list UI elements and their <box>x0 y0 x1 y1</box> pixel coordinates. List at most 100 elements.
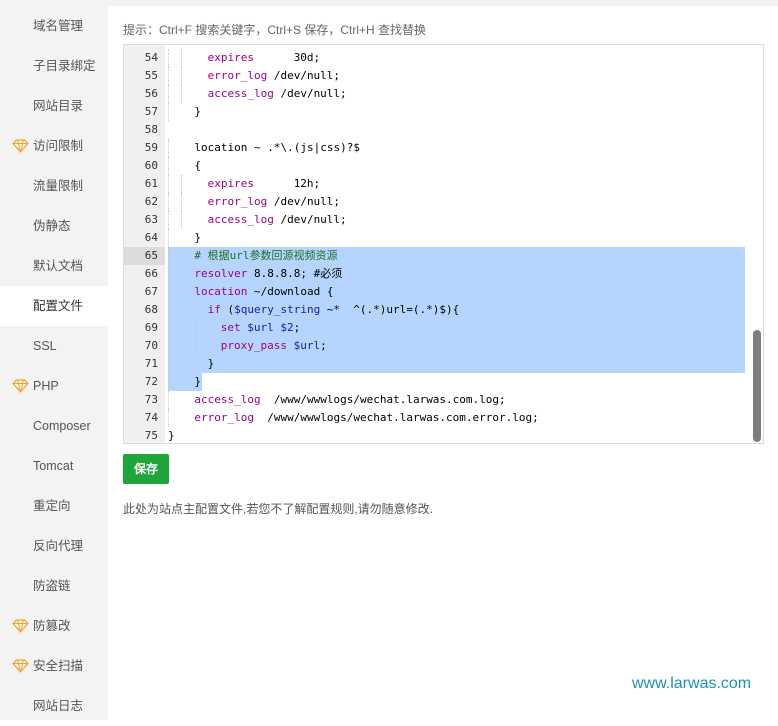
indent-guide <box>168 409 170 427</box>
indent-guide <box>168 67 170 85</box>
code-line[interactable]: 57} <box>124 103 763 121</box>
line-code: location ~/download { <box>194 283 333 301</box>
line-number: 71 <box>144 357 158 370</box>
sidebar-item[interactable]: PHP <box>0 366 108 406</box>
sidebar-item[interactable]: 子目录绑定 <box>0 46 108 86</box>
line-code: set $url $2; <box>221 319 301 337</box>
sidebar-item[interactable]: Composer <box>0 406 108 446</box>
config-note: 此处为站点主配置文件,若您不了解配置规则,请勿随意修改. <box>123 502 434 516</box>
indent-guide <box>181 211 183 229</box>
diamond-icon <box>12 139 29 153</box>
code-line[interactable]: 65 # 根据url参数回源视频资源 <box>124 247 763 265</box>
code-token: expires <box>207 177 254 190</box>
code-token: location ~ .*\.(js|css)?$ <box>194 141 360 154</box>
code-lines[interactable]: 54 expires 30d; 55 error_log /dev/null; 56 ac… <box>124 49 763 443</box>
sidebar-item[interactable]: 流量限制 <box>0 166 108 206</box>
save-button[interactable]: 保存 <box>123 454 169 484</box>
sidebar-item[interactable]: 域名管理 <box>0 6 108 46</box>
line-code: error_log /dev/null; <box>208 193 340 211</box>
line-number: 61 <box>144 177 158 190</box>
code-line[interactable]: 66 resolver 8.8.8.8; #必须 <box>124 265 763 283</box>
line-code: error_log /dev/null; <box>208 67 340 85</box>
line-number: 70 <box>144 339 158 352</box>
code-line[interactable]: 62 error_log /dev/null; <box>124 193 763 211</box>
code-line[interactable]: 75} <box>124 427 763 443</box>
code-line[interactable]: 58 <box>124 121 763 139</box>
indent-guide <box>181 319 183 337</box>
config-editor[interactable]: 54 expires 30d; 55 error_log /dev/null; 56 ac… <box>123 44 764 444</box>
sidebar-item[interactable]: 网站目录 <box>0 86 108 126</box>
code-token: 12h; <box>253 177 321 190</box>
code-line[interactable]: 68 if ($query_string ~* ^(.*)url=(.*)$){ <box>124 301 763 319</box>
code-line[interactable]: 61 expires 12h; <box>124 175 763 193</box>
code-line[interactable]: 72} <box>124 373 763 391</box>
line-code: } <box>194 103 201 121</box>
code-line[interactable]: 69 set $url $2; <box>124 319 763 337</box>
line-code: } <box>194 373 201 391</box>
indent-guide <box>194 337 196 355</box>
sidebar-item[interactable]: 伪静态 <box>0 206 108 246</box>
line-number: 73 <box>144 393 158 406</box>
code-line[interactable]: 71} <box>124 355 763 373</box>
code-line[interactable]: 59 location ~ .*\.(js|css)?$ <box>124 139 763 157</box>
code-token: resolver <box>194 267 248 280</box>
editor-tip: 提示：Ctrl+F 搜索关键字，Ctrl+S 保存，Ctrl+H 查找替换 <box>123 23 427 37</box>
sidebar-item[interactable]: 网站日志 <box>0 686 108 726</box>
indent-guide <box>168 319 170 337</box>
indent-guide <box>168 391 170 409</box>
code-line[interactable]: 73 access_log /www/wwwlogs/wechat.larwas.… <box>124 391 763 409</box>
sidebar-item[interactable]: 访问限制 <box>0 126 108 166</box>
diamond-icon <box>12 619 29 633</box>
sidebar-item[interactable]: 默认文档 <box>0 246 108 286</box>
sidebar-item[interactable]: 防盗链 <box>0 566 108 606</box>
line-code: expires 12h; <box>208 175 321 193</box>
indent-guide <box>181 85 183 103</box>
diamond-icon <box>12 659 29 673</box>
sidebar-item[interactable]: 安全扫描 <box>0 646 108 686</box>
code-token: /www/wwwlogs/wechat.larwas.com.error.log… <box>254 411 539 424</box>
indent-guide <box>168 337 170 355</box>
code-token: } <box>194 375 202 388</box>
code-line[interactable]: 70 proxy_pass $url; <box>124 337 763 355</box>
code-line[interactable]: 63 access_log /dev/null; <box>124 211 763 229</box>
code-line[interactable]: 67 location ~/download { <box>124 283 763 301</box>
code-token: } <box>207 357 215 370</box>
line-number: 67 <box>144 285 158 298</box>
code-line[interactable]: 56 access_log /dev/null; <box>124 85 763 103</box>
sidebar-item[interactable]: 反向代理 <box>0 526 108 566</box>
code-line[interactable]: 55 error_log /dev/null; <box>124 67 763 85</box>
sidebar-item[interactable]: 配置文件 <box>0 286 108 326</box>
code-token: ; <box>293 321 301 334</box>
indent-guide <box>168 139 170 157</box>
diamond-icon <box>12 379 29 393</box>
indent-guide <box>168 355 170 373</box>
sidebar-item[interactable]: Tomcat <box>0 446 108 486</box>
code-line[interactable]: 60 { <box>124 157 763 175</box>
code-token: ~/download { <box>247 285 334 298</box>
line-code: # 根据url参数回源视频资源 <box>194 247 337 265</box>
editor-scrollbar[interactable] <box>753 330 761 442</box>
code-token: $query_string <box>234 303 321 316</box>
code-token: } <box>194 231 202 244</box>
code-line[interactable]: 64} <box>124 229 763 247</box>
indent-guide <box>194 319 196 337</box>
sidebar-item-label: 反向代理 <box>33 539 84 553</box>
code-token: expires <box>207 51 254 64</box>
indent-guide <box>181 67 183 85</box>
line-code: { <box>194 157 201 175</box>
sidebar-item-label: SSL <box>33 339 57 353</box>
sidebar-item[interactable]: 防篡改 <box>0 606 108 646</box>
code-token: # 根据url参数回源视频资源 <box>194 249 338 262</box>
code-token: access_log <box>207 87 274 100</box>
code-token: error_log <box>207 195 268 208</box>
code-line[interactable]: 74 error_log /www/wwwlogs/wechat.larwas.c… <box>124 409 763 427</box>
code-token: ~* ^(.*)url=(.*)$){ <box>320 303 460 316</box>
sidebar-item[interactable]: 重定向 <box>0 486 108 526</box>
indent-guide <box>168 301 170 319</box>
line-code: location ~ .*\.(js|css)?$ <box>194 139 360 157</box>
code-line[interactable]: 54 expires 30d; <box>124 49 763 67</box>
indent-guide <box>168 175 170 193</box>
sidebar-item[interactable]: SSL <box>0 326 108 366</box>
indent-guide <box>181 175 183 193</box>
